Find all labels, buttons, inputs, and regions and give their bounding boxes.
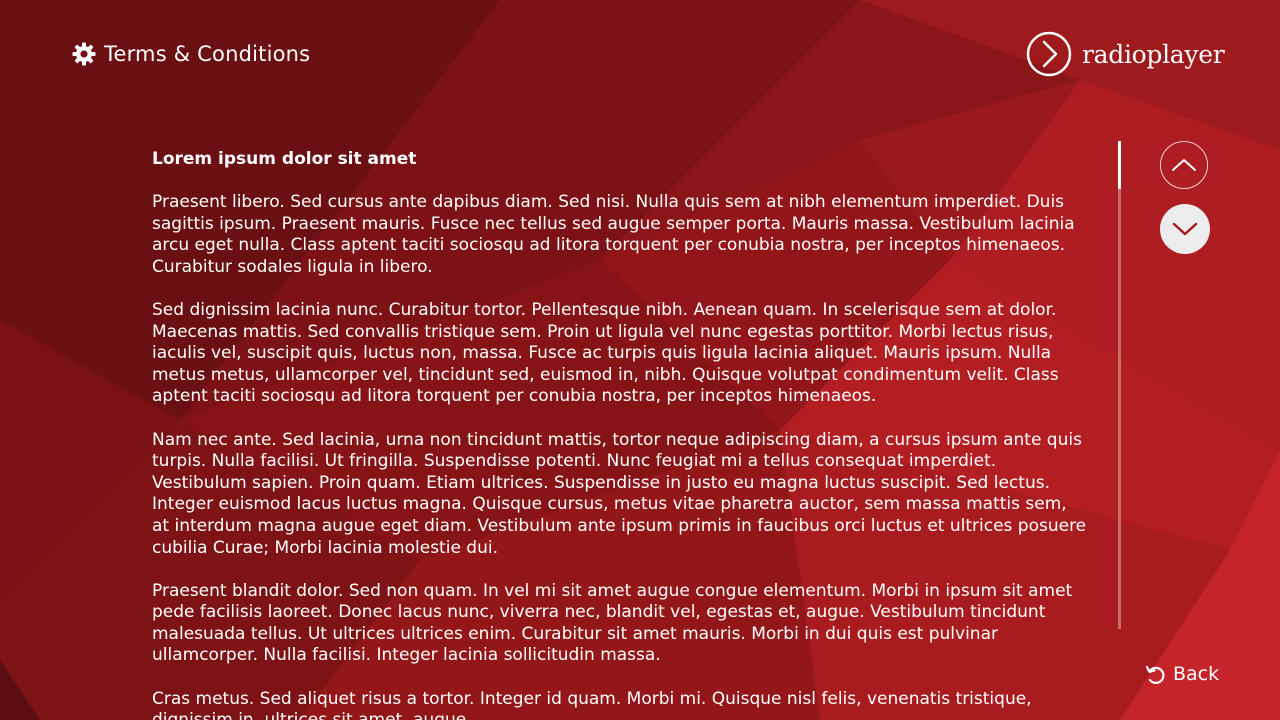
chevron-circle-icon <box>1026 31 1072 77</box>
scrollbar-track[interactable] <box>1118 141 1121 629</box>
back-button[interactable]: Back <box>1144 660 1219 688</box>
terms-content[interactable]: Lorem ipsum dolor sit amet Praesent libe… <box>152 146 1087 720</box>
brand-name: radioplayer <box>1082 39 1225 69</box>
paragraph: Cras metus. Sed aliquet risus a tortor. … <box>152 688 1032 720</box>
back-label: Back <box>1173 663 1220 685</box>
scroll-up-button[interactable] <box>1160 141 1208 189</box>
document-heading: Lorem ipsum dolor sit amet <box>152 149 417 169</box>
scroll-down-button[interactable] <box>1160 204 1210 254</box>
paragraph: Praesent blandit dolor. Sed non quam. In… <box>152 580 1073 666</box>
radioplayer-logo: radioplayer <box>1026 31 1225 77</box>
paragraph: Nam nec ante. Sed lacinia, urna non tinc… <box>152 429 1087 558</box>
chevron-down-icon <box>1172 222 1198 236</box>
paragraph: Praesent libero. Sed cursus ante dapibus… <box>152 192 1075 277</box>
page-title: Terms & Conditions <box>104 42 311 66</box>
scrollbar-thumb[interactable] <box>1118 141 1121 189</box>
chevron-up-icon <box>1172 159 1196 171</box>
undo-arrow-icon <box>1145 665 1165 684</box>
gear-icon <box>72 42 96 66</box>
page-header: Terms & Conditions <box>72 38 310 70</box>
paragraph: Sed dignissim lacinia nunc. Curabitur to… <box>152 299 1059 407</box>
